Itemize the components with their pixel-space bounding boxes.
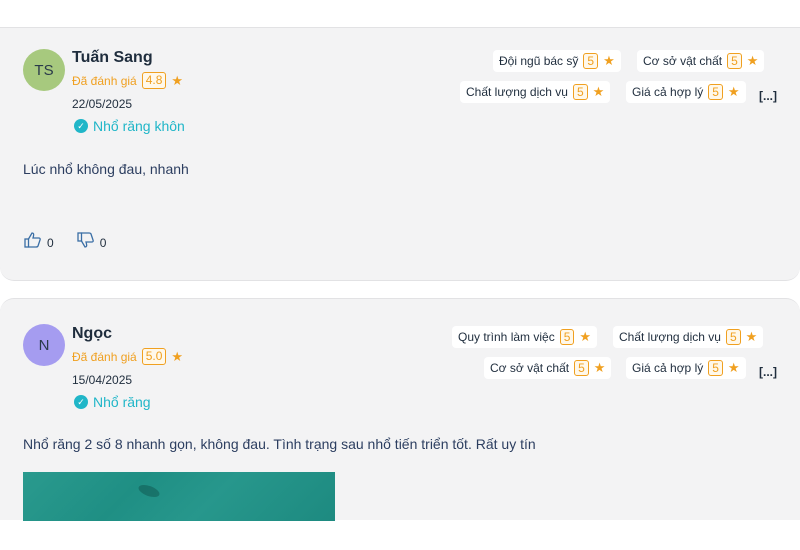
- reviewer-name: Tuấn Sang: [72, 49, 153, 66]
- criterion-score: 5: [727, 53, 742, 69]
- review-photo[interactable]: [23, 472, 335, 521]
- criterion-label: Giá cả hợp lý: [632, 85, 704, 99]
- more-criteria-button[interactable]: [...]: [759, 89, 777, 103]
- criterion-score: 5: [725, 329, 741, 345]
- criterion-label: Quy trình làm việc: [458, 330, 555, 344]
- check-circle-icon: ✓: [74, 395, 88, 409]
- more-criteria-button[interactable]: [...]: [759, 365, 777, 379]
- star-icon: ★: [592, 84, 605, 99]
- rated-label: Đã đánh giá: [72, 349, 137, 364]
- star-icon: ★: [593, 360, 606, 375]
- criterion-label: Chất lượng dịch vụ: [619, 330, 721, 344]
- review-card: TS Tuấn Sang Đã đánh giá 4.8 ★ 22/05/202…: [0, 27, 800, 281]
- criterion-score: 5: [574, 360, 589, 376]
- avatar: TS: [23, 49, 65, 91]
- reviewer-name: Ngọc: [72, 325, 112, 342]
- criterion-label: Cơ sở vật chất: [490, 361, 570, 375]
- overall-score: 5.0: [141, 348, 167, 365]
- like-button[interactable]: 0: [23, 230, 54, 250]
- overall-rating: Đã đánh giá 5.0 ★: [72, 348, 183, 365]
- criterion-label: Giá cả hợp lý: [632, 361, 704, 375]
- like-count: 0: [47, 236, 54, 250]
- star-icon: ★: [746, 53, 759, 68]
- dislike-button[interactable]: 0: [76, 230, 107, 250]
- review-card: N Ngọc Đã đánh giá 5.0 ★ 15/04/2025 ✓ Nh…: [0, 298, 800, 521]
- criterion-doctors: Đội ngũ bác sỹ 5 ★: [493, 50, 621, 72]
- star-icon: ★: [579, 329, 592, 344]
- criterion-score: 5: [708, 360, 723, 376]
- criterion-label: Chất lượng dịch vụ: [466, 85, 568, 99]
- service-tag[interactable]: ✓ Nhổ răng: [74, 394, 151, 410]
- service-label: Nhổ răng khôn: [93, 118, 185, 134]
- avatar-initials: N: [38, 336, 50, 354]
- star-icon: ★: [727, 360, 740, 375]
- star-icon: ★: [603, 53, 615, 68]
- service-tag[interactable]: ✓ Nhổ răng khôn: [74, 118, 185, 134]
- criterion-price: Giá cả hợp lý 5 ★: [626, 81, 746, 103]
- criterion-service-quality: Chất lượng dịch vụ 5 ★: [613, 326, 764, 348]
- review-comment: Lúc nhổ không đau, nhanh: [23, 161, 189, 177]
- vote-bar: 0 0: [23, 230, 106, 250]
- criterion-score: 5: [583, 53, 599, 69]
- avatar: N: [23, 324, 65, 366]
- thumbs-up-icon: [24, 232, 41, 248]
- criterion-label: Cơ sở vật chất: [643, 54, 723, 68]
- star-icon: ★: [171, 348, 184, 364]
- dislike-count: 0: [99, 236, 107, 250]
- star-icon: ★: [171, 72, 184, 88]
- service-label: Nhổ răng: [93, 394, 151, 410]
- criterion-facilities: Cơ sở vật chất 5 ★: [484, 357, 612, 379]
- overall-score: 4.8: [141, 72, 167, 89]
- criterion-label: Đội ngũ bác sỹ: [499, 54, 579, 68]
- overall-rating: Đã đánh giá 4.8 ★: [72, 72, 183, 89]
- review-date: 15/04/2025: [72, 373, 133, 387]
- criterion-workflow: Quy trình làm việc 5 ★: [452, 326, 598, 348]
- check-circle-icon: ✓: [74, 119, 88, 133]
- criterion-score: 5: [572, 84, 588, 100]
- criterion-facilities: Cơ sở vật chất 5 ★: [637, 50, 765, 72]
- star-icon: ★: [727, 84, 740, 99]
- review-date: 22/05/2025: [72, 97, 133, 111]
- criterion-score: 5: [708, 84, 723, 100]
- thumbs-down-icon: [77, 232, 94, 248]
- criterion-score: 5: [559, 329, 575, 345]
- criterion-service-quality: Chất lượng dịch vụ 5 ★: [460, 81, 611, 103]
- avatar-initials: TS: [34, 61, 54, 79]
- star-icon: ★: [745, 329, 758, 344]
- rated-label: Đã đánh giá: [72, 73, 137, 88]
- review-comment: Nhổ răng 2 số 8 nhanh gọn, không đau. Tì…: [23, 436, 536, 452]
- criterion-price: Giá cả hợp lý 5 ★: [626, 357, 746, 379]
